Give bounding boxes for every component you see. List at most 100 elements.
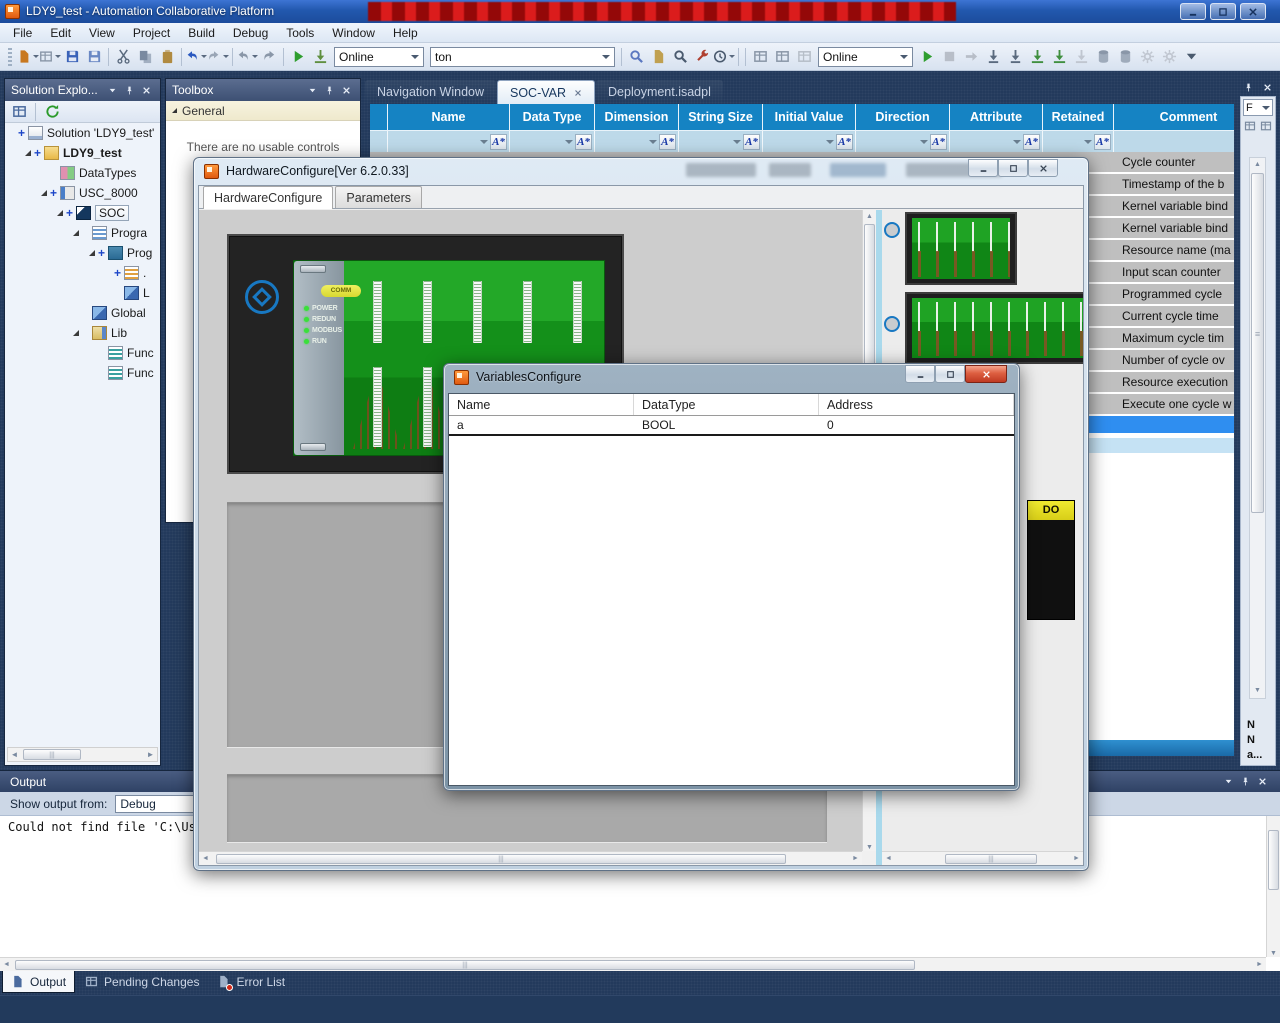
filter-dropdown-icon[interactable] [480, 140, 488, 144]
tab-navigation-window[interactable]: Navigation Window [365, 80, 496, 104]
tree-item-l[interactable]: +L [5, 283, 160, 303]
attach-to-process-button[interactable] [309, 46, 331, 68]
properties-button[interactable] [9, 103, 29, 121]
bottom-tab-pending-changes[interactable]: Pending Changes [77, 971, 207, 993]
database-1-button[interactable] [1092, 46, 1114, 68]
tree-item-func[interactable]: +Func [5, 343, 160, 363]
cut-button[interactable] [112, 46, 134, 68]
vars-row[interactable]: aBOOL0 [449, 416, 1014, 436]
font-filter-icon[interactable]: A* [743, 134, 760, 150]
close-icon[interactable] [139, 83, 154, 97]
close-tab-icon[interactable] [574, 89, 582, 97]
filter-cell-attribute[interactable]: A* [950, 131, 1043, 152]
minimize-button[interactable] [905, 365, 935, 383]
column-header-initial-value[interactable]: Initial Value [763, 104, 856, 131]
navigate-backward-button[interactable] [236, 46, 258, 68]
module-preview[interactable] [905, 292, 1083, 364]
pin-icon[interactable] [1238, 775, 1253, 789]
font-filter-icon[interactable]: A* [490, 134, 507, 150]
tree-item-datatypes[interactable]: +DataTypes [5, 163, 160, 183]
scroll-down-arrow[interactable]: ▼ [1267, 950, 1280, 957]
column-header-attribute[interactable]: Attribute [950, 104, 1043, 131]
output-hscrollbar[interactable]: ◄ ► [0, 957, 1266, 971]
menu-view[interactable]: View [80, 23, 124, 43]
tree-item-func[interactable]: +Func [5, 363, 160, 383]
maximize-button[interactable] [998, 159, 1028, 177]
build-table-2-button[interactable] [771, 46, 793, 68]
bottom-tab-error-list[interactable]: Error List [209, 971, 293, 993]
filter-dropdown-icon[interactable] [565, 140, 573, 144]
form-edit-button[interactable] [647, 46, 669, 68]
tree-item-lib[interactable]: +Lib [5, 323, 160, 343]
expand-all-button[interactable] [1243, 119, 1257, 133]
close-button[interactable] [1240, 3, 1266, 20]
tab-soc-var[interactable]: SOC-VAR [497, 80, 595, 104]
gallery-hscrollbar[interactable]: ◄ ► [882, 851, 1083, 865]
quick-search-button[interactable] [669, 46, 691, 68]
tree-item-usc-8000[interactable]: +USC_8000 [5, 183, 160, 203]
grid-vscrollbar[interactable]: ▲ ▼ [1249, 157, 1266, 699]
filter-dropdown-icon[interactable] [1084, 140, 1092, 144]
step-into-button[interactable] [982, 46, 1004, 68]
vars-column-address[interactable]: Address [819, 394, 1014, 415]
column-header-direction[interactable]: Direction [856, 104, 950, 131]
close-icon[interactable] [1261, 80, 1275, 94]
tools-options-button[interactable] [691, 46, 713, 68]
font-filter-icon[interactable]: A* [930, 134, 947, 150]
build-table-3-button[interactable] [793, 46, 815, 68]
online-mode-combo[interactable]: Online [334, 47, 424, 67]
chevron-down-icon[interactable] [105, 83, 120, 97]
menu-file[interactable]: File [4, 23, 41, 43]
collapse-all-button[interactable] [1259, 119, 1273, 133]
scroll-left-arrow[interactable]: ◄ [882, 855, 895, 862]
solution-explorer-hscrollbar[interactable]: ◄ ► [7, 747, 158, 762]
navigate-forward-button[interactable] [258, 46, 280, 68]
filter-cell-string-size[interactable]: A* [679, 131, 763, 152]
minimize-button[interactable] [968, 159, 998, 177]
filter-combo[interactable]: F [1243, 99, 1273, 116]
filter-dropdown-icon[interactable] [826, 140, 834, 144]
output-vscrollbar[interactable]: ▼ [1266, 816, 1280, 957]
scroll-down-arrow[interactable]: ▼ [863, 844, 876, 851]
column-header-data-type[interactable]: Data Type [510, 104, 595, 131]
menu-window[interactable]: Window [323, 23, 384, 43]
font-filter-icon[interactable]: A* [1094, 134, 1111, 150]
copy-button[interactable] [134, 46, 156, 68]
toolbar-grip[interactable] [8, 48, 12, 66]
menu-build[interactable]: Build [179, 23, 224, 43]
settings-2-button[interactable] [1158, 46, 1180, 68]
redo-button[interactable] [207, 46, 229, 68]
close-icon[interactable] [339, 83, 354, 97]
column-header-name[interactable]: Name [388, 104, 510, 131]
menu-help[interactable]: Help [384, 23, 427, 43]
tree-item-global[interactable]: +Global [5, 303, 160, 323]
scroll-right-arrow[interactable]: ► [144, 748, 157, 761]
tab-deployment-isadpl[interactable]: Deployment.isadpl [596, 80, 723, 104]
filter-dropdown-icon[interactable] [733, 140, 741, 144]
sync-button[interactable] [1070, 46, 1092, 68]
filter-cell-comment[interactable]: A* [1114, 131, 1234, 152]
vars-window-titlebar[interactable]: VariablesConfigure [444, 364, 1019, 390]
menu-tools[interactable]: Tools [277, 23, 323, 43]
new-project-button[interactable] [17, 46, 39, 68]
scroll-down-arrow[interactable]: ▼ [1250, 684, 1265, 698]
close-icon[interactable] [1255, 775, 1270, 789]
close-button[interactable] [1028, 159, 1058, 177]
bottom-tab-output[interactable]: Output [2, 971, 75, 993]
menu-project[interactable]: Project [124, 23, 179, 43]
settings-1-button[interactable] [1136, 46, 1158, 68]
toolbar-overflow-button[interactable] [1180, 46, 1202, 68]
download-to-device-button[interactable] [1026, 46, 1048, 68]
scroll-thumb[interactable] [1268, 830, 1279, 890]
scroll-left-arrow[interactable]: ◄ [8, 748, 21, 761]
menu-edit[interactable]: Edit [41, 23, 80, 43]
rack-hscrollbar[interactable]: ◄ ► [199, 851, 862, 865]
font-filter-icon[interactable]: A* [1023, 134, 1040, 150]
start-button[interactable] [916, 46, 938, 68]
pin-icon[interactable] [322, 83, 337, 97]
search-box-combo[interactable]: ton [430, 47, 615, 67]
run-mode-combo[interactable]: Online [818, 47, 913, 67]
font-filter-icon[interactable]: A* [575, 134, 592, 150]
scroll-thumb[interactable] [216, 854, 786, 864]
do-module[interactable]: DO [1027, 500, 1075, 620]
